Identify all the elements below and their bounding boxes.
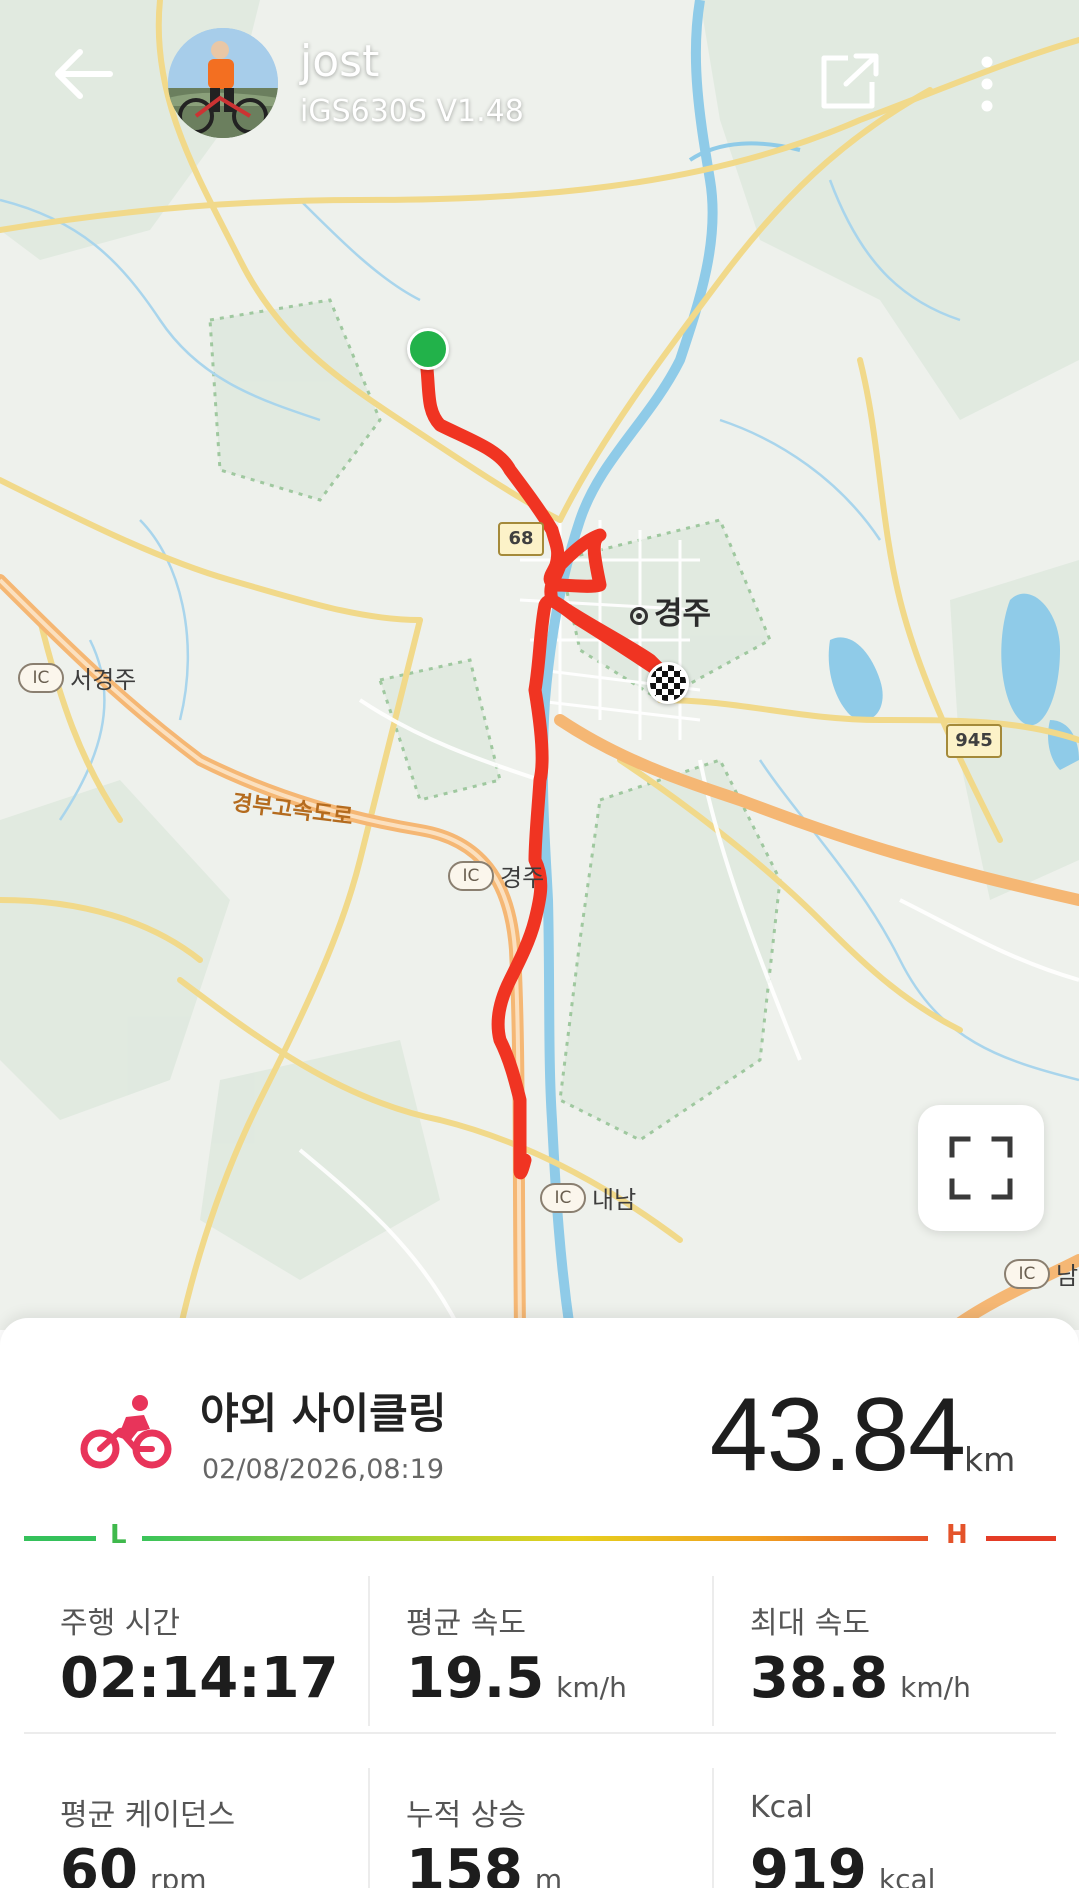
stat-label: 누적 상승 xyxy=(406,1798,526,1833)
stat-ride-time: 주행 시간 02:14:17 xyxy=(24,1576,368,1726)
stat-value: 19.5 km/h xyxy=(406,1646,627,1711)
arrow-left-icon xyxy=(55,49,113,99)
intensity-high-label: H xyxy=(946,1520,968,1550)
ic-label-center: IC 경주 xyxy=(448,858,544,893)
stat-value: 60 rpm xyxy=(60,1838,207,1888)
stat-label: 평균 속도 xyxy=(406,1606,526,1641)
ic-label-text: 남 xyxy=(1056,1262,1079,1290)
track-finish-marker xyxy=(647,662,689,704)
stat-value-number: 158 xyxy=(406,1838,523,1888)
stat-avg-cadence: 평균 케이던스 60 rpm xyxy=(24,1768,368,1888)
row-divider xyxy=(24,1732,1056,1734)
stat-avg-speed: 평균 속도 19.5 km/h xyxy=(368,1576,712,1726)
intensity-gradient-bar xyxy=(142,1536,928,1541)
fullscreen-button[interactable] xyxy=(918,1105,1044,1231)
activity-summary-panel: 야외 사이클링 02/08/2026,08:19 43.84 km L H 주행… xyxy=(0,1318,1079,1888)
avatar[interactable] xyxy=(168,28,278,138)
route-map[interactable]: 68 945 경주 IC서경주 IC경주 IC내남 IC남 경부고속도로 xyxy=(0,0,1079,1330)
activity-datetime: 02/08/2026,08:19 xyxy=(202,1454,445,1485)
stats-row: 주행 시간 02:14:17 평균 속도 19.5 km/h 최대 속도 38.8… xyxy=(24,1576,1056,1726)
activity-title: 야외 사이클링 xyxy=(200,1389,447,1438)
stat-calories: Kcal 919 kcal xyxy=(712,1768,1056,1888)
ic-label-west: IC 서경주 xyxy=(18,660,136,695)
stat-label: 주행 시간 xyxy=(60,1606,180,1641)
stats-row: 평균 케이던스 60 rpm 누적 상승 158 m Kcal 919 kcal xyxy=(24,1768,1056,1888)
ic-badge: IC xyxy=(18,662,64,693)
stat-label: Kcal xyxy=(750,1790,813,1825)
city-label-text: 경주 xyxy=(654,596,712,632)
track-start-marker xyxy=(407,328,449,370)
stat-value-number: 19.5 xyxy=(406,1646,545,1711)
avatar-photo xyxy=(168,28,278,138)
ic-badge: IC xyxy=(540,1182,586,1213)
stat-label: 최대 속도 xyxy=(750,1606,870,1641)
route-shield-945: 945 xyxy=(946,724,1002,758)
ic-label-text: 서경주 xyxy=(70,666,137,694)
stat-elevation-gain: 누적 상승 158 m xyxy=(368,1768,712,1888)
route-shield-68: 68 xyxy=(498,522,544,556)
stat-value: 158 m xyxy=(406,1838,562,1888)
intensity-low-label: L xyxy=(110,1520,127,1550)
distance-unit: km xyxy=(964,1440,1016,1479)
city-label: 경주 xyxy=(630,588,711,633)
share-external-icon xyxy=(821,53,879,109)
back-button[interactable] xyxy=(50,44,120,104)
intensity-low-segment xyxy=(24,1536,96,1541)
more-vertical-icon xyxy=(981,56,993,112)
fullscreen-icon xyxy=(949,1136,1013,1200)
device-name: iGS630S V1.48 xyxy=(300,94,524,129)
more-button[interactable] xyxy=(970,52,1004,116)
stat-unit: rpm xyxy=(149,1863,207,1888)
ic-label-text: 내남 xyxy=(592,1186,637,1214)
stat-unit: kcal xyxy=(878,1863,936,1888)
ic-label-text: 경주 xyxy=(500,864,545,892)
bicycle-icon xyxy=(80,1393,172,1473)
stat-value: 38.8 km/h xyxy=(750,1646,971,1711)
stat-value-number: 60 xyxy=(60,1838,138,1888)
stat-value-number: 38.8 xyxy=(750,1646,889,1711)
intensity-high-segment xyxy=(986,1536,1056,1541)
stat-unit: km/h xyxy=(556,1671,627,1704)
ic-label-south: IC 내남 xyxy=(540,1180,636,1215)
stat-unit: km/h xyxy=(900,1671,971,1704)
stat-value: 919 kcal xyxy=(750,1838,935,1888)
city-marker-icon xyxy=(630,606,648,625)
stat-label: 평균 케이던스 xyxy=(60,1798,236,1833)
stat-value: 02:14:17 xyxy=(60,1646,339,1711)
intensity-scale: L H xyxy=(24,1518,1056,1558)
ic-label-east: IC 남 xyxy=(1004,1256,1078,1291)
ic-badge: IC xyxy=(448,860,494,891)
stat-value-number: 02:14:17 xyxy=(60,1646,339,1711)
stat-value-number: 919 xyxy=(750,1838,867,1888)
stat-unit: m xyxy=(534,1863,563,1888)
stat-max-speed: 최대 속도 38.8 km/h xyxy=(712,1576,1056,1726)
share-button[interactable] xyxy=(818,52,882,112)
user-name: jost xyxy=(300,36,380,87)
distance-value: 43.84 xyxy=(709,1377,966,1493)
ic-badge: IC xyxy=(1004,1258,1050,1289)
